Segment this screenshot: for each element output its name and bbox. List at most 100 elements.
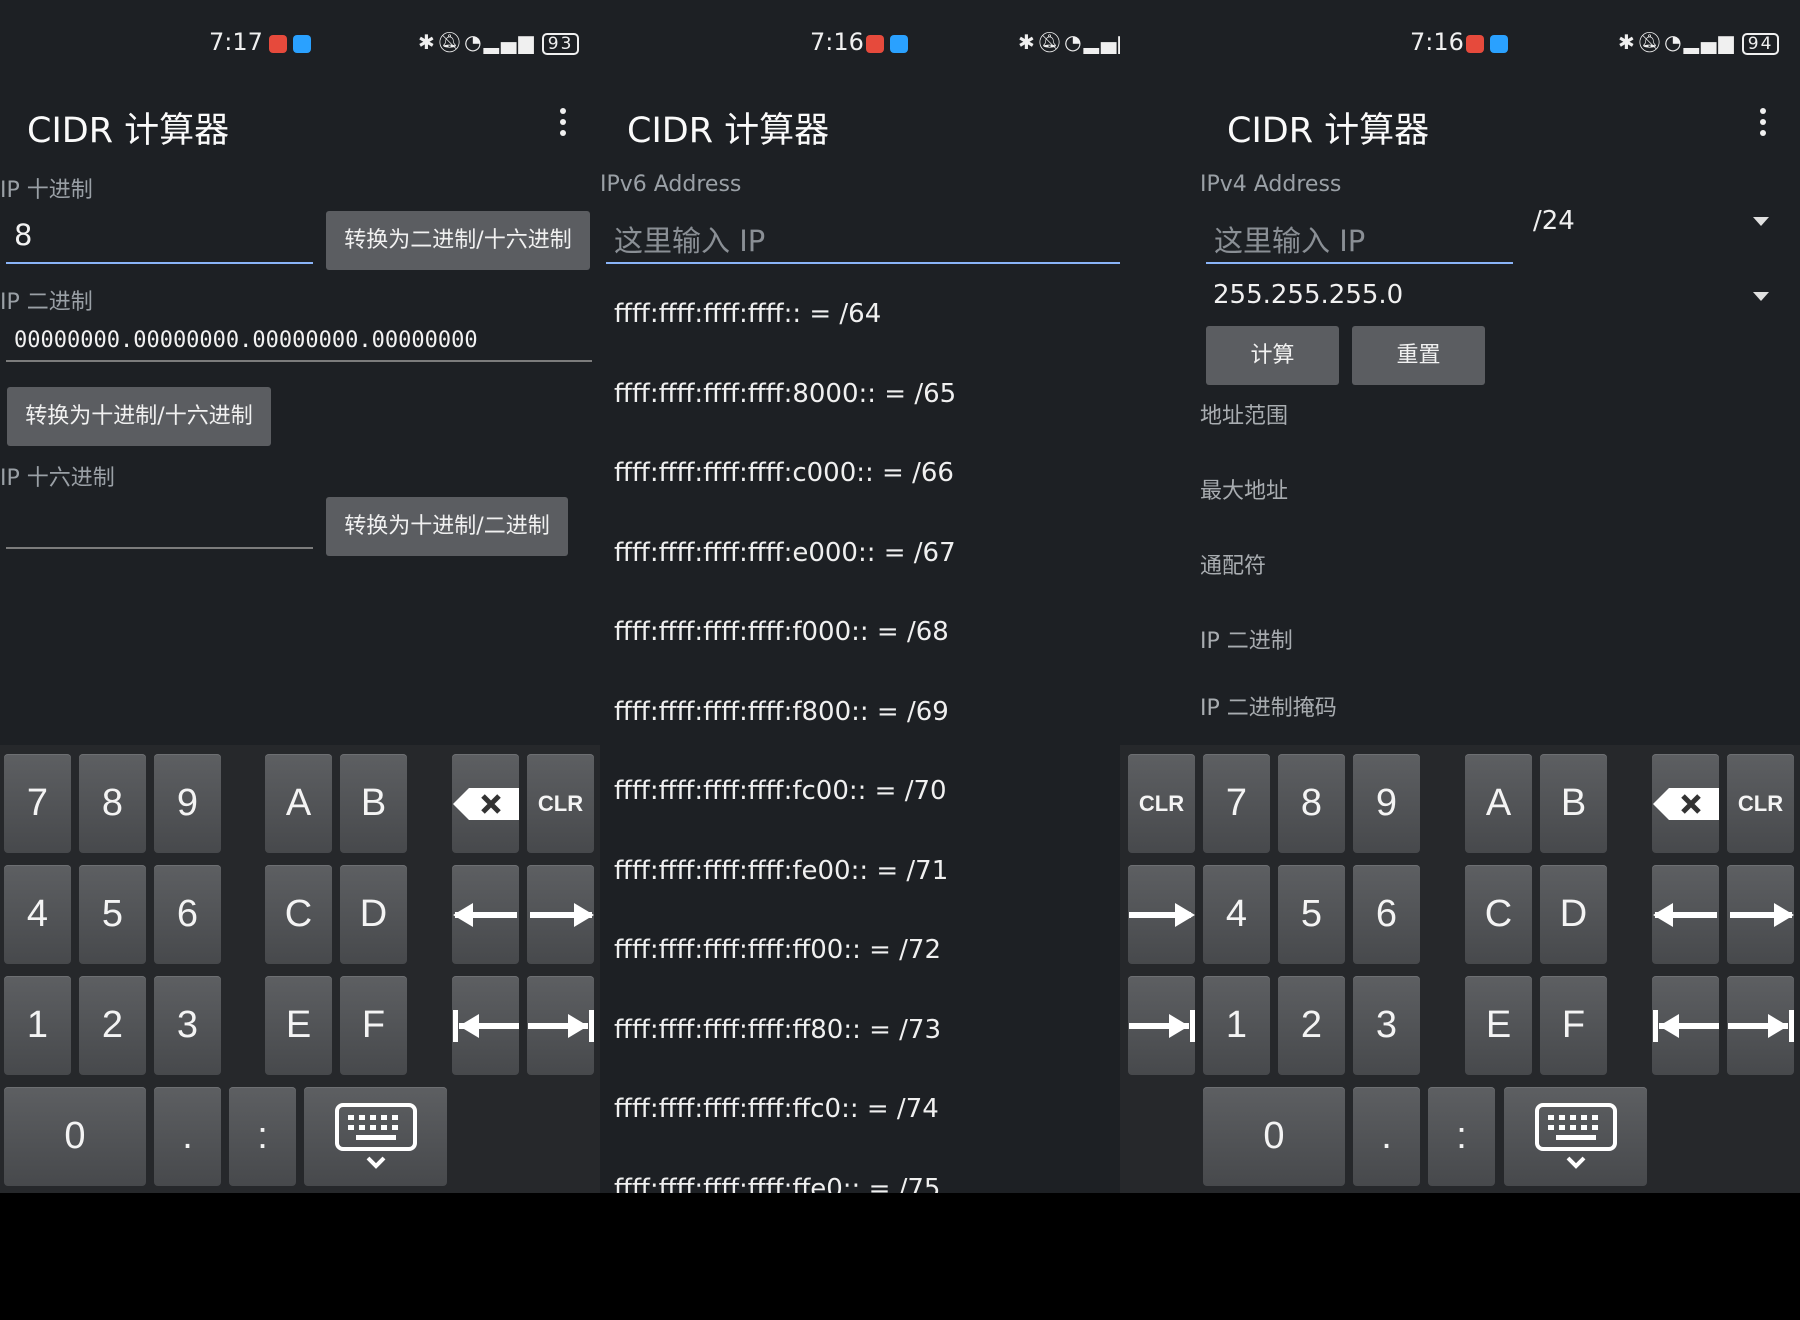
list-item[interactable]: ffff:ffff:ffff:ffff:: = /64 — [614, 299, 881, 329]
key-9[interactable]: 9 — [1353, 754, 1420, 853]
clear-key[interactable]: CLR — [1727, 754, 1794, 853]
key-0[interactable]: 0 — [4, 1087, 146, 1186]
key-5[interactable]: 5 — [79, 865, 146, 964]
key-dot[interactable]: . — [1353, 1087, 1420, 1186]
cursor-left-key[interactable] — [1652, 865, 1719, 964]
status-time: 7:16 — [1410, 28, 1464, 56]
key-b[interactable]: B — [1540, 754, 1607, 853]
key-8[interactable]: 8 — [1278, 754, 1345, 853]
list-item[interactable]: ffff:ffff:ffff:ffff:c000:: = /66 — [614, 458, 954, 488]
status-app-icons — [860, 33, 908, 53]
to-binary-hex-button[interactable]: 转换为二进制/十六进制 — [326, 211, 590, 270]
list-item[interactable]: ffff:ffff:ffff:ffff:8000:: = /65 — [614, 379, 956, 409]
clear-key[interactable]: CLR — [527, 754, 594, 853]
tab-key[interactable] — [1128, 865, 1195, 964]
list-item[interactable]: ffff:ffff:ffff:ffff:ffe0:: = /75 — [614, 1174, 940, 1193]
key-c[interactable]: C — [265, 865, 332, 964]
status-time: 7:17 — [209, 28, 263, 56]
ipv4-input[interactable]: 这里输入 IP — [1206, 218, 1513, 264]
signal-icon: ▂▄▆ — [1683, 30, 1736, 54]
key-6[interactable]: 6 — [1353, 865, 1420, 964]
cursor-end-key[interactable] — [1727, 976, 1794, 1075]
key-e[interactable]: E — [1465, 976, 1532, 1075]
clear-key[interactable]: CLR — [1128, 754, 1195, 853]
list-item[interactable]: ffff:ffff:ffff:ffff:f000:: = /68 — [614, 617, 949, 647]
overflow-menu-icon[interactable] — [1760, 108, 1768, 141]
key-d[interactable]: D — [340, 865, 407, 964]
ip-binary-label: IP 二进制 — [1200, 629, 1293, 654]
key-a[interactable]: A — [265, 754, 332, 853]
key-c[interactable]: C — [1465, 865, 1532, 964]
cursor-right-key[interactable] — [1727, 865, 1794, 964]
key-a[interactable]: A — [1465, 754, 1532, 853]
key-1[interactable]: 1 — [4, 976, 71, 1075]
list-item[interactable]: ffff:ffff:ffff:ffff:fc00:: = /70 — [614, 776, 947, 806]
ip-binary-input[interactable]: 00000000.00000000.00000000.00000000 — [6, 328, 592, 362]
hex-keyboard: 7 8 9 A B CLR 4 5 6 C D 1 2 3 E F 0 . : — [0, 745, 600, 1193]
cursor-left-key[interactable] — [452, 865, 519, 964]
mask-dropdown-icon[interactable] — [1753, 292, 1769, 301]
list-item[interactable]: ffff:ffff:ffff:ffff:ff80:: = /73 — [614, 1015, 941, 1045]
key-2[interactable]: 2 — [1278, 976, 1345, 1075]
key-4[interactable]: 4 — [1203, 865, 1270, 964]
key-colon[interactable]: : — [229, 1087, 296, 1186]
ip-hex-input[interactable] — [6, 505, 313, 549]
overflow-menu-icon[interactable] — [560, 108, 568, 141]
status-app-icons — [263, 33, 311, 53]
cursor-home-key[interactable] — [452, 976, 519, 1075]
key-6[interactable]: 6 — [154, 865, 221, 964]
key-3[interactable]: 3 — [1353, 976, 1420, 1075]
list-item[interactable]: ffff:ffff:ffff:ffff:fe00:: = /71 — [614, 856, 948, 886]
backspace-key[interactable] — [452, 754, 519, 853]
prefix-dropdown-icon[interactable] — [1753, 217, 1769, 226]
arrow-right-icon — [1729, 902, 1794, 927]
key-2[interactable]: 2 — [79, 976, 146, 1075]
key-7[interactable]: 7 — [1203, 754, 1270, 853]
key-b[interactable]: B — [340, 754, 407, 853]
hide-keyboard-key[interactable] — [1504, 1087, 1647, 1186]
arrow-right-icon — [529, 902, 594, 927]
arrow-right-icon — [1128, 902, 1195, 927]
arrow-to-end-icon — [1727, 1009, 1794, 1042]
cursor-home-key[interactable] — [1652, 976, 1719, 1075]
cursor-right-key[interactable] — [527, 865, 594, 964]
key-colon[interactable]: : — [1428, 1087, 1495, 1186]
key-e[interactable]: E — [265, 976, 332, 1075]
key-f[interactable]: F — [1540, 976, 1607, 1075]
key-0[interactable]: 0 — [1203, 1087, 1345, 1186]
key-5[interactable]: 5 — [1278, 865, 1345, 964]
ip-binary-mask-label: IP 二进制掩码 — [1200, 696, 1337, 721]
max-address-label: 最大地址 — [1200, 479, 1289, 504]
battery-icon: 94 — [1741, 33, 1780, 55]
key-dot[interactable]: . — [154, 1087, 221, 1186]
app-notification-icon — [890, 34, 908, 53]
key-3[interactable]: 3 — [154, 976, 221, 1075]
list-item[interactable]: ffff:ffff:ffff:ffff:ff00:: = /72 — [614, 935, 941, 965]
key-9[interactable]: 9 — [154, 754, 221, 853]
mute-icon: 🔕︎ — [1636, 30, 1665, 54]
key-d[interactable]: D — [1540, 865, 1607, 964]
cursor-end-key[interactable] — [527, 976, 594, 1075]
list-item[interactable]: ffff:ffff:ffff:ffff:f800:: = /69 — [614, 697, 949, 727]
qq-icon — [1466, 34, 1484, 53]
key-f[interactable]: F — [340, 976, 407, 1075]
backspace-key[interactable] — [1652, 754, 1719, 853]
key-7[interactable]: 7 — [4, 754, 71, 853]
calculate-button[interactable]: 计算 — [1206, 326, 1339, 385]
subnet-mask-select[interactable]: 255.255.255.0 — [1213, 280, 1403, 310]
key-1[interactable]: 1 — [1203, 976, 1270, 1075]
ip-decimal-input[interactable]: 8 — [6, 218, 313, 264]
ipv6-input[interactable]: 这里输入 IP — [606, 218, 1120, 264]
hide-keyboard-key[interactable] — [304, 1087, 447, 1186]
key-8[interactable]: 8 — [79, 754, 146, 853]
list-item[interactable]: ffff:ffff:ffff:ffff:e000:: = /67 — [614, 538, 956, 568]
cursor-end-key[interactable] — [1128, 976, 1195, 1075]
prefix-select[interactable]: /24 — [1533, 206, 1575, 236]
app-title: CIDR 计算器 — [27, 111, 230, 151]
reset-button[interactable]: 重置 — [1352, 326, 1485, 385]
to-decimal-hex-button[interactable]: 转换为十进制/十六进制 — [7, 387, 271, 446]
to-decimal-binary-button[interactable]: 转换为十进制/二进制 — [326, 497, 568, 556]
key-4[interactable]: 4 — [4, 865, 71, 964]
ip-decimal-label: IP 十进制 — [0, 178, 93, 203]
list-item[interactable]: ffff:ffff:ffff:ffff:ffc0:: = /74 — [614, 1094, 939, 1124]
